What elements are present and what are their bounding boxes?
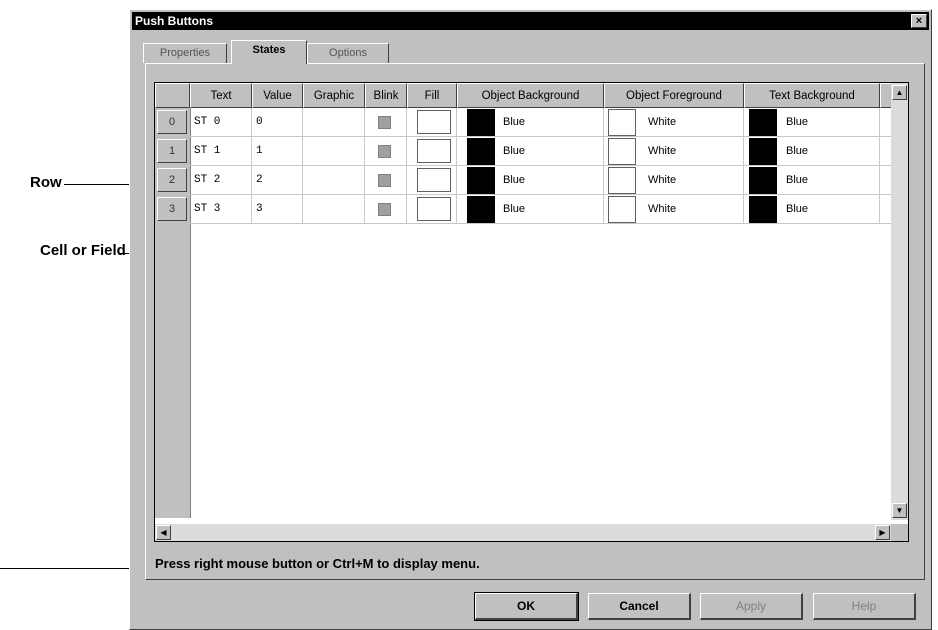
grid-cell-object-background[interactable]: Blue [457, 108, 604, 137]
color-swatch [467, 167, 495, 194]
grid-cell-text[interactable]: ST 1 [190, 137, 252, 166]
grid-cell-value[interactable]: 3 [252, 195, 303, 224]
grid-cell-text[interactable]: ST 0 [190, 108, 252, 137]
apply-button[interactable]: Apply [700, 593, 803, 620]
grid-cell-object-foreground[interactable]: White [604, 166, 744, 195]
cell-callout-label: Cell or Field [40, 242, 126, 259]
scrollbar-corner [891, 524, 908, 541]
color-name: White [648, 203, 677, 215]
row-header[interactable]: 1 [157, 139, 187, 163]
help-button[interactable]: Help [813, 593, 916, 620]
fill-swatch[interactable] [417, 139, 451, 163]
grid-cell-text[interactable]: ST 2 [190, 166, 252, 195]
grid-cell-value[interactable]: 0 [252, 108, 303, 137]
blink-checkbox[interactable] [378, 145, 391, 158]
grid-corner [155, 83, 190, 108]
grid-cell-fill[interactable] [407, 195, 457, 224]
ok-button[interactable]: OK [474, 592, 579, 621]
color-name: Blue [503, 145, 526, 157]
column-header-value[interactable]: Value [252, 83, 303, 108]
grid-cell-graphic[interactable] [303, 137, 365, 166]
color-swatch [749, 138, 777, 165]
close-icon[interactable]: × [911, 14, 927, 28]
grid-cell-fill[interactable] [407, 108, 457, 137]
column-header-graphic[interactable]: Graphic [303, 83, 365, 108]
color-swatch [467, 109, 495, 136]
color-swatch [467, 196, 495, 223]
color-name: Blue [786, 116, 809, 128]
color-name: Blue [503, 174, 526, 186]
scroll-right-icon[interactable]: ▶ [875, 525, 890, 540]
grid-cell-object-background[interactable]: Blue [457, 195, 604, 224]
tab-properties[interactable]: Properties [143, 43, 227, 63]
color-swatch [608, 196, 636, 223]
color-swatch [608, 109, 636, 136]
grid-cell-object-foreground[interactable]: White [604, 137, 744, 166]
row-header[interactable]: 0 [157, 110, 187, 134]
grid-cell-object-background[interactable]: Blue [457, 166, 604, 195]
color-swatch [608, 167, 636, 194]
color-name: White [648, 174, 677, 186]
cancel-button[interactable]: Cancel [588, 593, 691, 620]
grid-cell-text-background[interactable]: Blue [744, 195, 880, 224]
column-header-blink[interactable]: Blink [365, 83, 407, 108]
scroll-up-icon[interactable]: ▲ [892, 85, 907, 100]
grid-cell-text-background[interactable]: Blue [744, 137, 880, 166]
states-grid[interactable]: Text Value Graphic Blink Fill Object Bac… [154, 82, 909, 542]
color-name: Blue [503, 116, 526, 128]
fill-swatch[interactable] [417, 197, 451, 221]
blink-checkbox[interactable] [378, 203, 391, 216]
grid-cell-blink[interactable] [365, 195, 407, 224]
grid-cell-graphic[interactable] [303, 195, 365, 224]
status-text: Press right mouse button or Ctrl+M to di… [155, 556, 480, 571]
color-name: White [648, 116, 677, 128]
row-header[interactable]: 2 [157, 168, 187, 192]
row-header[interactable]: 3 [157, 197, 187, 221]
color-swatch [467, 138, 495, 165]
color-name: White [648, 145, 677, 157]
color-swatch [749, 109, 777, 136]
color-name: Blue [786, 203, 809, 215]
grid-cell-fill[interactable] [407, 137, 457, 166]
grid-cell-blink[interactable] [365, 166, 407, 195]
color-name: Blue [786, 145, 809, 157]
tab-states[interactable]: States [231, 40, 307, 64]
tab-options[interactable]: Options [307, 43, 389, 63]
grid-cell-object-foreground[interactable]: White [604, 195, 744, 224]
fill-swatch[interactable] [417, 168, 451, 192]
grid-cell-text-background[interactable]: Blue [744, 108, 880, 137]
grid-cell-fill[interactable] [407, 166, 457, 195]
grid-cell-text[interactable]: ST 3 [190, 195, 252, 224]
vertical-scrollbar[interactable]: ▲ ▼ [891, 83, 908, 520]
horizontal-scrollbar[interactable]: ◀ ▶ [155, 524, 891, 541]
grid-cell-value[interactable]: 2 [252, 166, 303, 195]
blink-checkbox[interactable] [378, 116, 391, 129]
title-bar: Push Buttons × [132, 12, 929, 30]
fill-swatch[interactable] [417, 110, 451, 134]
color-swatch [749, 196, 777, 223]
color-name: Blue [503, 203, 526, 215]
dialog-title: Push Buttons [135, 14, 213, 28]
grid-cell-graphic[interactable] [303, 166, 365, 195]
column-header-object-foreground[interactable]: Object Foreground [604, 83, 744, 108]
grid-cell-blink[interactable] [365, 137, 407, 166]
grid-cell-object-background[interactable]: Blue [457, 137, 604, 166]
grid-cell-blink[interactable] [365, 108, 407, 137]
scroll-down-icon[interactable]: ▼ [892, 503, 907, 518]
column-header-fill[interactable]: Fill [407, 83, 457, 108]
blink-checkbox[interactable] [378, 174, 391, 187]
grid-cell-graphic[interactable] [303, 108, 365, 137]
column-header-object-background[interactable]: Object Background [457, 83, 604, 108]
scroll-left-icon[interactable]: ◀ [156, 525, 171, 540]
color-swatch [749, 167, 777, 194]
column-header-text[interactable]: Text [190, 83, 252, 108]
color-swatch [608, 138, 636, 165]
grid-cell-value[interactable]: 1 [252, 137, 303, 166]
color-name: Blue [786, 174, 809, 186]
grid-cell-object-foreground[interactable]: White [604, 108, 744, 137]
row-callout-label: Row [30, 174, 62, 191]
grid-cell-text-background[interactable]: Blue [744, 166, 880, 195]
column-header-text-background[interactable]: Text Background [744, 83, 880, 108]
